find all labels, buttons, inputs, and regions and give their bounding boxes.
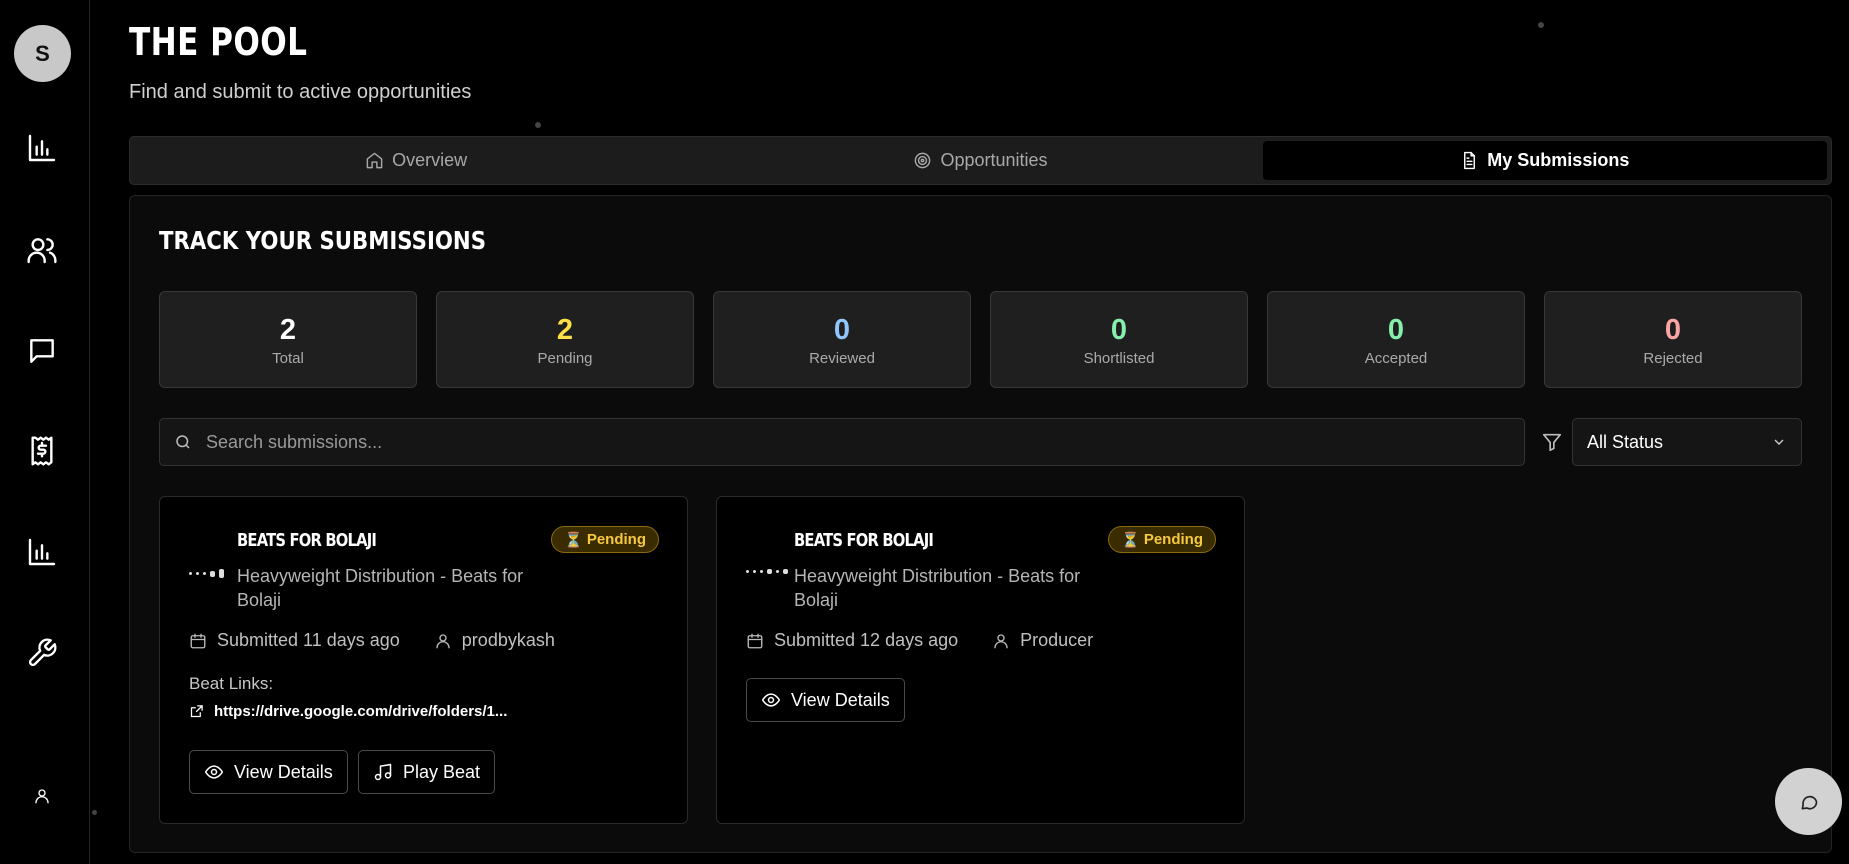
stat-value: 2 — [556, 313, 574, 346]
eye-icon — [761, 693, 781, 707]
filter-icon — [1541, 431, 1563, 453]
users-icon[interactable] — [24, 232, 60, 268]
stat-value: 0 — [1664, 313, 1682, 346]
tab-bar: Overview Opportunities My Submissions — [129, 136, 1832, 185]
beat-link[interactable]: https://drive.google.com/drive/folders/1… — [189, 703, 507, 720]
submission-card: BEATS FOR BOLAJI ⏳ Pending Heavyweight D… — [716, 496, 1245, 824]
stat-label: Reviewed — [809, 349, 875, 367]
card-description: Heavyweight Distribution - Beats for Bol… — [237, 566, 524, 610]
view-details-button[interactable]: View Details — [189, 750, 348, 794]
stat-value: 0 — [833, 313, 851, 346]
search-input[interactable] — [206, 431, 1506, 453]
user-icon — [994, 633, 1008, 648]
eye-icon — [204, 765, 224, 779]
home-icon — [366, 152, 383, 169]
chevron-down-icon — [1774, 439, 1784, 445]
stat-value: 0 — [1387, 313, 1405, 346]
background-dot — [92, 810, 97, 815]
status-badge: ⏳ Pending — [1108, 526, 1216, 553]
bar-chart-icon[interactable] — [24, 534, 60, 570]
tab-opportunities[interactable]: Opportunities — [698, 141, 1262, 180]
tab-label: Overview — [392, 150, 468, 170]
avatar[interactable]: S — [14, 25, 71, 82]
tab-label: Opportunities — [940, 150, 1048, 170]
button-label: Play Beat — [403, 761, 481, 782]
calendar-icon — [747, 633, 763, 648]
tab-label: My Submissions — [1487, 150, 1630, 170]
card-title: BEATS FOR BOLAJI — [237, 530, 377, 551]
submissions-panel: TRACK YOUR SUBMISSIONS 2 Total 2 Pending… — [129, 195, 1832, 853]
file-text-icon — [1464, 151, 1476, 170]
play-beat-button[interactable]: Play Beat — [358, 750, 496, 794]
stat-card-total: 2 Total — [159, 291, 417, 388]
background-dot — [535, 122, 541, 128]
background-dot — [1538, 22, 1544, 28]
stat-card-pending: 2 Pending — [436, 291, 694, 388]
card-description: Heavyweight Distribution - Beats for Bol… — [794, 566, 1081, 610]
view-details-button[interactable]: View Details — [746, 678, 905, 722]
card-title: BEATS FOR BOLAJI — [794, 530, 934, 551]
music-note-icon — [374, 763, 392, 781]
stats-row: 2 Total 2 Pending 0 Reviewed 0 Shortlist… — [159, 291, 1802, 388]
producer-name: prodbykash — [461, 630, 555, 650]
button-label: View Details — [234, 761, 333, 782]
hourglass-icon: ⏳ — [564, 531, 583, 549]
chat-button[interactable] — [1775, 768, 1842, 835]
stat-label: Rejected — [1643, 349, 1703, 367]
chat-bubble-icon — [1801, 795, 1817, 809]
target-icon — [915, 152, 931, 169]
user-icon — [436, 633, 450, 648]
stat-card-accepted: 0 Accepted — [1267, 291, 1525, 388]
submitted-date: Submitted 12 days ago — [774, 630, 959, 650]
sidebar: S — [0, 0, 90, 864]
page-subtitle: Find and submit to active opportunities — [129, 81, 472, 103]
stat-card-shortlisted: 0 Shortlisted — [990, 291, 1248, 388]
external-link-icon — [190, 705, 203, 718]
status-filter-select[interactable]: All Status — [1572, 418, 1802, 466]
stat-label: Total — [272, 349, 304, 367]
search-icon — [176, 435, 190, 449]
card-meta: Submitted 12 days ago Producer — [746, 630, 1093, 651]
status-label: Pending — [1143, 531, 1203, 548]
beat-links-label: Beat Links: — [189, 674, 274, 693]
message-square-icon[interactable] — [24, 333, 60, 369]
producer-name: Producer — [1020, 630, 1094, 650]
stat-card-reviewed: 0 Reviewed — [713, 291, 971, 388]
stat-label: Accepted — [1364, 349, 1428, 367]
wrench-icon[interactable] — [24, 635, 60, 671]
hourglass-icon: ⏳ — [1121, 531, 1140, 549]
page-title: THE POOL — [129, 20, 308, 64]
card-meta: Submitted 11 days ago prodbykash — [189, 630, 555, 651]
stat-value: 0 — [1110, 313, 1128, 346]
submitted-date: Submitted 11 days ago — [217, 630, 400, 650]
submission-card: BEATS FOR BOLAJI ⏳ Pending Heavyweight D… — [159, 496, 688, 824]
receipt-dollar-icon[interactable] — [24, 433, 60, 469]
status-label: Pending — [586, 531, 646, 548]
status-filter-value: All Status — [1587, 431, 1664, 452]
beat-link-text: https://drive.google.com/drive/folders/1… — [214, 703, 508, 720]
bar-chart-icon[interactable] — [24, 130, 60, 166]
status-badge: ⏳ Pending — [551, 526, 659, 553]
button-label: View Details — [791, 689, 890, 710]
tab-my-submissions[interactable]: My Submissions — [1262, 141, 1827, 180]
release-logo — [746, 569, 788, 574]
search-box — [159, 418, 1525, 466]
user-icon[interactable] — [24, 778, 60, 814]
tab-overview[interactable]: Overview — [134, 141, 698, 180]
stat-label: Shortlisted — [1083, 349, 1155, 367]
stat-card-rejected: 0 Rejected — [1544, 291, 1802, 388]
release-logo — [189, 569, 224, 578]
stat-value: 2 — [279, 313, 297, 346]
calendar-icon — [190, 633, 206, 648]
section-title: TRACK YOUR SUBMISSIONS — [159, 226, 487, 255]
stat-label: Pending — [537, 349, 593, 367]
